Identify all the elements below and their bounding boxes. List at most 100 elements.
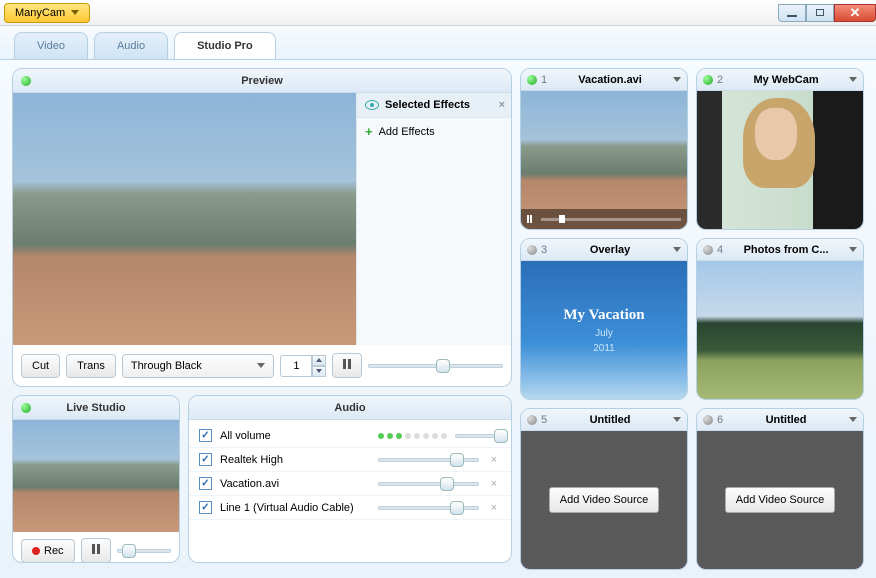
audio-header: Audio xyxy=(189,396,511,420)
audio-row: Vacation.avi × xyxy=(189,472,511,496)
record-icon xyxy=(32,547,40,555)
source-slot-4: 4 Photos from C... xyxy=(696,238,864,400)
source-header[interactable]: 2 My WebCam xyxy=(697,69,863,91)
source-video[interactable] xyxy=(521,91,687,229)
volume-slider[interactable] xyxy=(378,503,479,513)
live-studio-controls: Rec xyxy=(13,532,179,563)
effects-title: Selected Effects xyxy=(385,99,470,111)
preview-title: Preview xyxy=(241,75,283,87)
audio-label: Line 1 (Virtual Audio Cable) xyxy=(220,502,370,514)
tab-studio-pro[interactable]: Studio Pro xyxy=(174,32,276,59)
checkbox[interactable] xyxy=(199,429,212,442)
live-studio-video[interactable] xyxy=(13,420,179,532)
remove-button[interactable]: × xyxy=(487,454,501,466)
close-effects-button[interactable]: × xyxy=(499,99,505,111)
effects-header: Selected Effects × xyxy=(357,93,511,118)
chevron-down-icon xyxy=(849,247,857,252)
record-label: Rec xyxy=(44,545,64,557)
add-video-source-button[interactable]: Add Video Source xyxy=(725,487,835,513)
source-title: My WebCam xyxy=(727,74,845,86)
close-button[interactable]: ✕ xyxy=(834,4,876,22)
remove-button[interactable]: × xyxy=(487,502,501,514)
checkbox[interactable] xyxy=(199,477,212,490)
source-number: 3 xyxy=(541,244,547,256)
inactive-indicator-icon xyxy=(703,245,713,255)
checkbox[interactable] xyxy=(199,501,212,514)
transition-select[interactable]: Through Black xyxy=(122,354,275,378)
preview-video[interactable] xyxy=(13,93,356,345)
main-tabs: Video Audio Studio Pro xyxy=(0,26,876,60)
audio-label: Realtek High xyxy=(220,454,370,466)
step-up-button[interactable] xyxy=(312,355,326,366)
eye-icon xyxy=(365,100,379,110)
inactive-indicator-icon xyxy=(527,415,537,425)
duration-stepper[interactable] xyxy=(280,355,326,377)
source-title: Untitled xyxy=(727,414,845,426)
app-name: ManyCam xyxy=(15,7,65,19)
minimize-button[interactable] xyxy=(778,4,806,22)
preview-controls: Cut Trans Through Black xyxy=(13,345,511,386)
duration-input[interactable] xyxy=(280,355,312,377)
chevron-down-icon xyxy=(849,417,857,422)
source-title: Vacation.avi xyxy=(551,74,669,86)
maximize-button[interactable] xyxy=(806,4,834,22)
remove-button[interactable]: × xyxy=(487,478,501,490)
source-overlay[interactable]: My Vacation July 2011 xyxy=(521,261,687,399)
video-controls xyxy=(521,209,687,229)
source-title: Photos from C... xyxy=(727,244,845,256)
inactive-indicator-icon xyxy=(703,415,713,425)
source-slot-6: 6 Untitled Add Video Source xyxy=(696,408,864,570)
chevron-down-icon xyxy=(673,77,681,82)
preview-panel: Preview Selected Effects × + Add Effects xyxy=(12,68,512,387)
transition-value: Through Black xyxy=(131,360,202,372)
pause-icon[interactable] xyxy=(527,215,535,223)
chevron-down-icon xyxy=(849,77,857,82)
tab-video[interactable]: Video xyxy=(14,32,88,59)
source-header[interactable]: 4 Photos from C... xyxy=(697,239,863,261)
titlebar: ManyCam ✕ xyxy=(0,0,876,26)
active-indicator-icon xyxy=(21,76,31,86)
overlay-line1: My Vacation xyxy=(563,307,644,324)
source-slot-5: 5 Untitled Add Video Source xyxy=(520,408,688,570)
preview-header: Preview xyxy=(13,69,511,93)
source-webcam[interactable] xyxy=(697,91,863,229)
source-header[interactable]: 5 Untitled xyxy=(521,409,687,431)
overlay-line3: 2011 xyxy=(593,343,615,354)
level-meter-icon xyxy=(378,433,447,439)
step-down-button[interactable] xyxy=(312,366,326,377)
source-photo[interactable] xyxy=(697,261,863,399)
volume-slider[interactable] xyxy=(378,455,479,465)
inactive-indicator-icon xyxy=(527,245,537,255)
chevron-down-icon xyxy=(673,247,681,252)
audio-panel: Audio All volume Realtek High × xyxy=(188,395,512,563)
pause-icon xyxy=(92,544,100,554)
pause-button[interactable] xyxy=(81,538,111,563)
source-header[interactable]: 6 Untitled xyxy=(697,409,863,431)
app-menu-button[interactable]: ManyCam xyxy=(4,3,90,23)
record-button[interactable]: Rec xyxy=(21,539,75,563)
preview-slider[interactable] xyxy=(368,361,503,371)
checkbox[interactable] xyxy=(199,453,212,466)
live-studio-slider[interactable] xyxy=(117,546,171,556)
add-effects-button[interactable]: + Add Effects xyxy=(357,118,511,145)
video-scrubber[interactable] xyxy=(541,218,681,221)
window-controls: ✕ xyxy=(778,4,876,22)
source-header[interactable]: 3 Overlay xyxy=(521,239,687,261)
source-header[interactable]: 1 Vacation.avi xyxy=(521,69,687,91)
live-studio-title: Live Studio xyxy=(66,402,125,414)
audio-label: All volume xyxy=(220,430,370,442)
volume-slider[interactable] xyxy=(378,479,479,489)
source-slot-3: 3 Overlay My Vacation July 2011 xyxy=(520,238,688,400)
source-number: 1 xyxy=(541,74,547,86)
audio-row-all: All volume xyxy=(189,424,511,448)
audio-row: Realtek High × xyxy=(189,448,511,472)
live-studio-panel: Live Studio Rec xyxy=(12,395,180,563)
trans-button[interactable]: Trans xyxy=(66,354,116,378)
source-slot-2: 2 My WebCam xyxy=(696,68,864,230)
add-video-source-button[interactable]: Add Video Source xyxy=(549,487,659,513)
pause-button[interactable] xyxy=(332,353,362,378)
volume-slider[interactable] xyxy=(455,431,501,441)
audio-list: All volume Realtek High × Vacation.avi xyxy=(189,420,511,524)
tab-audio[interactable]: Audio xyxy=(94,32,168,59)
cut-button[interactable]: Cut xyxy=(21,354,60,378)
